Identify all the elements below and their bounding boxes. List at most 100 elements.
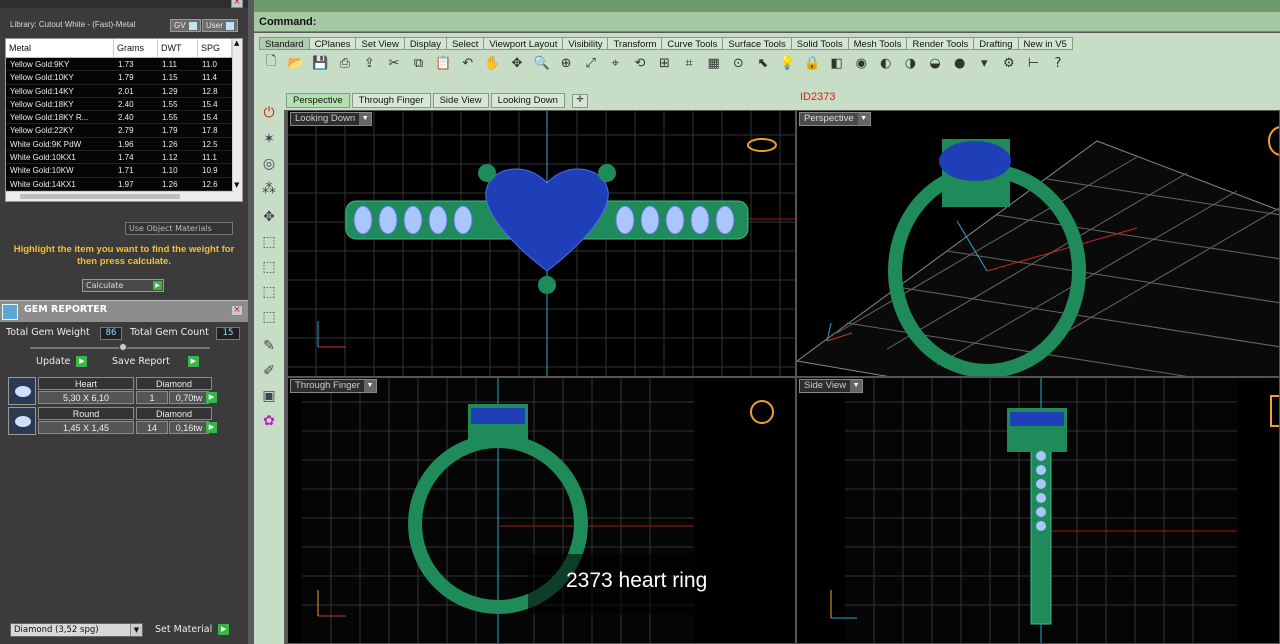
chevron-down-icon[interactable]: ▼ — [857, 113, 870, 125]
close-gem-reporter-icon[interactable]: × — [231, 305, 243, 316]
gem-row[interactable]: Heart Diamond 5,30 X 6,10 1 0,70tw ▶ — [8, 377, 218, 405]
layer-icon[interactable]: ◧ — [826, 53, 848, 73]
settings-gear-icon[interactable]: ✿ — [257, 410, 281, 432]
toolbar-tab[interactable]: Surface Tools — [723, 37, 792, 50]
select-icon[interactable]: ⬉ — [752, 53, 774, 73]
zoom-selected-icon[interactable]: ⌖ — [604, 53, 626, 73]
col-metal[interactable]: Metal — [6, 39, 114, 57]
box-right-icon[interactable]: ⬚ — [257, 281, 281, 303]
update-button[interactable]: Update ▶ — [36, 356, 88, 367]
sphere-icon[interactable]: ● — [949, 53, 971, 73]
metal-table-row[interactable]: Yellow Gold:10KY 1.79 1.15 11.4 — [6, 71, 242, 85]
viewport-looking-down[interactable]: Looking Down ▼ — [287, 110, 796, 377]
metal-table-row[interactable]: White Gold:9K PdW 1.96 1.26 12.5 — [6, 137, 242, 152]
set-material-button[interactable]: Set Material ▶ — [155, 624, 230, 635]
viewport-tab[interactable]: Side View — [432, 93, 489, 108]
zoom-window-icon[interactable]: ⊕ — [555, 53, 577, 73]
shade-icon[interactable]: ◐ — [875, 53, 897, 73]
chevron-down-icon[interactable]: ▼ — [130, 624, 142, 636]
import-icon[interactable]: ⇪ — [358, 53, 380, 73]
metal-vertical-scrollbar[interactable]: ▲ ▼ — [232, 39, 242, 201]
scroll-down-icon[interactable]: ▼ — [234, 181, 239, 189]
col-grams[interactable]: Grams — [114, 39, 158, 57]
pen-icon[interactable]: ✎ — [257, 335, 281, 357]
object-snap-icon[interactable]: ⊙ — [727, 53, 749, 73]
help-icon[interactable]: ? — [1047, 53, 1069, 73]
gv-button[interactable]: GV — [170, 19, 201, 32]
metal-table-row[interactable]: White Gold:10KX1 1.74 1.12 11.1 — [6, 151, 242, 165]
gem-slider-handle[interactable] — [119, 343, 127, 351]
add-viewport-icon[interactable]: ✛ — [572, 94, 588, 108]
save-report-button[interactable]: Save Report ▶ — [112, 356, 199, 367]
nodes-icon[interactable]: ⁂ — [257, 178, 281, 200]
toolbar-tab[interactable]: Display — [404, 37, 447, 50]
box-view-icon[interactable]: ⬚ — [257, 231, 281, 253]
viewport-side-view[interactable]: Side View ▼ — [796, 377, 1280, 644]
col-dwt[interactable]: DWT — [158, 39, 198, 57]
metal-table-row[interactable]: Yellow Gold:18KY 2.40 1.55 15.4 — [6, 97, 242, 112]
save-icon[interactable]: 💾 — [309, 53, 331, 73]
globe-icon[interactable]: ◎ — [257, 153, 281, 175]
settings-icon[interactable]: ⚙ — [998, 53, 1020, 73]
command-bar[interactable]: Command: — [254, 12, 1280, 32]
new-file-icon[interactable]: 🗋 — [260, 53, 282, 73]
scroll-thumb[interactable] — [20, 194, 180, 199]
paste-icon[interactable]: 📋 — [432, 53, 454, 73]
rotate-view-icon[interactable]: ⟲ — [629, 53, 651, 73]
box-front-icon[interactable]: ⬚ — [257, 256, 281, 278]
chevron-down-icon[interactable]: ▼ — [850, 380, 863, 392]
material-select[interactable]: Diamond (3,52 spg) ▼ — [10, 623, 143, 637]
toolbar-tab[interactable]: Transform — [608, 37, 663, 50]
toolbar-tab[interactable]: Select — [446, 37, 485, 50]
toolbar-tab[interactable]: Visibility — [563, 37, 609, 50]
metal-table-row[interactable]: White Gold:10KW 1.71 1.10 10.9 — [6, 164, 242, 178]
light-icon[interactable]: 💡 — [776, 53, 798, 73]
close-library-icon[interactable]: × — [231, 0, 243, 8]
zoom-extents-icon[interactable]: ⤢ — [580, 53, 602, 73]
print-icon[interactable]: ⎙ — [334, 53, 356, 73]
viewport-label-perspective[interactable]: Perspective ▼ — [799, 112, 871, 126]
toolbar-tab[interactable]: Mesh Tools — [848, 37, 908, 50]
box-persp-icon[interactable]: ⬚ — [257, 306, 281, 328]
gem-select-arrow-icon[interactable]: ▶ — [206, 422, 217, 433]
calculate-button[interactable]: Calculate ▶ — [82, 279, 164, 292]
gumball-icon[interactable]: ✥ — [257, 206, 281, 228]
col-spg[interactable]: SPG — [198, 39, 232, 57]
toolbar-tab[interactable]: Solid Tools — [791, 37, 849, 50]
dimension-icon[interactable]: ⊢ — [1022, 53, 1044, 73]
use-object-materials-button[interactable]: Use Object Materials — [125, 222, 233, 235]
metal-table-row[interactable]: White Gold:14KX1 1.97 1.26 12.6 — [6, 177, 242, 191]
viewport-tab[interactable]: Looking Down — [490, 93, 565, 108]
viewport-perspective[interactable]: Perspective ▼ — [796, 110, 1280, 377]
cut-icon[interactable]: ✂ — [383, 53, 405, 73]
toolbar-tab[interactable]: CPlanes — [309, 37, 357, 50]
metal-table-row[interactable]: Yellow Gold:18KY R... 2.40 1.55 15.4 — [6, 111, 242, 125]
chevron-down-icon[interactable]: ▼ — [363, 380, 376, 392]
metal-table-row[interactable]: Yellow Gold:14KY 2.01 1.29 12.8 — [6, 84, 242, 98]
grid-icon[interactable]: ▦ — [703, 53, 725, 73]
open-file-icon[interactable]: 📂 — [285, 53, 307, 73]
color-wheel-icon[interactable]: ◉ — [850, 53, 872, 73]
toolbar-tab[interactable]: Render Tools — [907, 37, 975, 50]
toolbar-tab[interactable]: New in V5 — [1018, 37, 1073, 50]
cplane-icon[interactable]: ⌗ — [678, 53, 700, 73]
undo-icon[interactable]: ↶ — [457, 53, 479, 73]
metal-table-row[interactable]: Yellow Gold:9KY 1.73 1.11 11.0 — [6, 58, 242, 72]
stop-icon[interactable]: ⏻ — [257, 102, 281, 124]
toolbar-tab[interactable]: Curve Tools — [662, 37, 724, 50]
render-icon[interactable]: ◑ — [899, 53, 921, 73]
viewport-tab[interactable]: Perspective — [286, 93, 350, 108]
viewport-tab[interactable]: Through Finger — [351, 93, 431, 108]
four-view-icon[interactable]: ⊞ — [654, 53, 676, 73]
viewport-label-through-finger[interactable]: Through Finger ▼ — [290, 379, 377, 393]
move-icon[interactable]: ✥ — [506, 53, 528, 73]
gem-row[interactable]: Round Diamond 1,45 X 1,45 14 0,16tw ▶ — [8, 407, 218, 435]
edit-icon[interactable]: ✐ — [257, 360, 281, 382]
material-icon[interactable]: ◒ — [924, 53, 946, 73]
copy-icon[interactable]: ⧉ — [408, 53, 430, 73]
toolbar-tab[interactable]: Drafting — [974, 37, 1019, 50]
pan-icon[interactable]: ✋ — [481, 53, 503, 73]
filter-icon[interactable]: ▾ — [973, 53, 995, 73]
zoom-icon[interactable]: 🔍 — [531, 53, 553, 73]
chevron-down-icon[interactable]: ▼ — [359, 113, 372, 125]
